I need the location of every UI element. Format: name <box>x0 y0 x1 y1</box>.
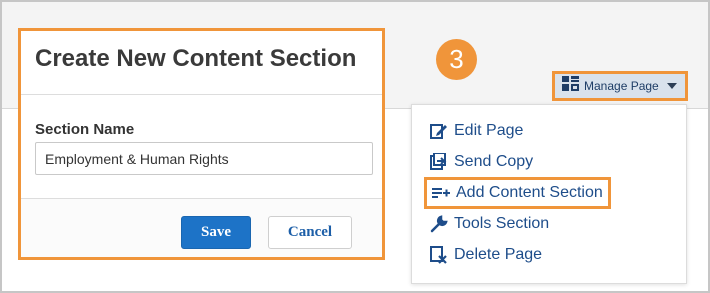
step-number-badge: 3 <box>436 39 477 80</box>
save-button[interactable]: Save <box>181 216 251 249</box>
menu-item-add-content-section[interactable]: Add Content Section <box>424 177 611 209</box>
add-section-icon <box>432 184 450 202</box>
section-name-input[interactable] <box>35 142 373 175</box>
menu-item-label: Send Copy <box>454 153 534 170</box>
menu-item-label: Tools Section <box>454 215 550 232</box>
menu-item-label: Edit Page <box>454 122 524 139</box>
menu-item-label: Add Content Section <box>456 184 603 201</box>
section-name-label: Section Name <box>35 121 135 138</box>
manage-page-menu: Edit Page Send Copy Add Content Section <box>411 104 687 284</box>
menu-item-label: Delete Page <box>454 246 543 263</box>
dialog-divider <box>21 94 382 95</box>
chevron-down-icon <box>667 83 677 89</box>
edit-page-icon <box>430 122 448 140</box>
send-copy-icon <box>430 152 448 171</box>
dialog-footer: Save Cancel <box>21 198 382 257</box>
dialog-title: Create New Content Section <box>35 45 357 72</box>
menu-item-tools-section[interactable]: Tools Section <box>430 212 549 236</box>
menu-item-delete-page[interactable]: Delete Page <box>430 243 542 267</box>
delete-page-icon <box>430 246 448 264</box>
menu-item-send-copy[interactable]: Send Copy <box>430 150 533 174</box>
menu-item-edit-page[interactable]: Edit Page <box>430 119 523 143</box>
create-content-section-dialog: Create New Content Section Section Name … <box>18 28 385 260</box>
manage-page-icon <box>562 76 579 96</box>
wrench-icon <box>430 215 448 233</box>
manage-page-button[interactable]: Manage Page <box>552 71 688 101</box>
manage-page-label: Manage Page <box>584 79 659 93</box>
cancel-button[interactable]: Cancel <box>268 216 352 249</box>
